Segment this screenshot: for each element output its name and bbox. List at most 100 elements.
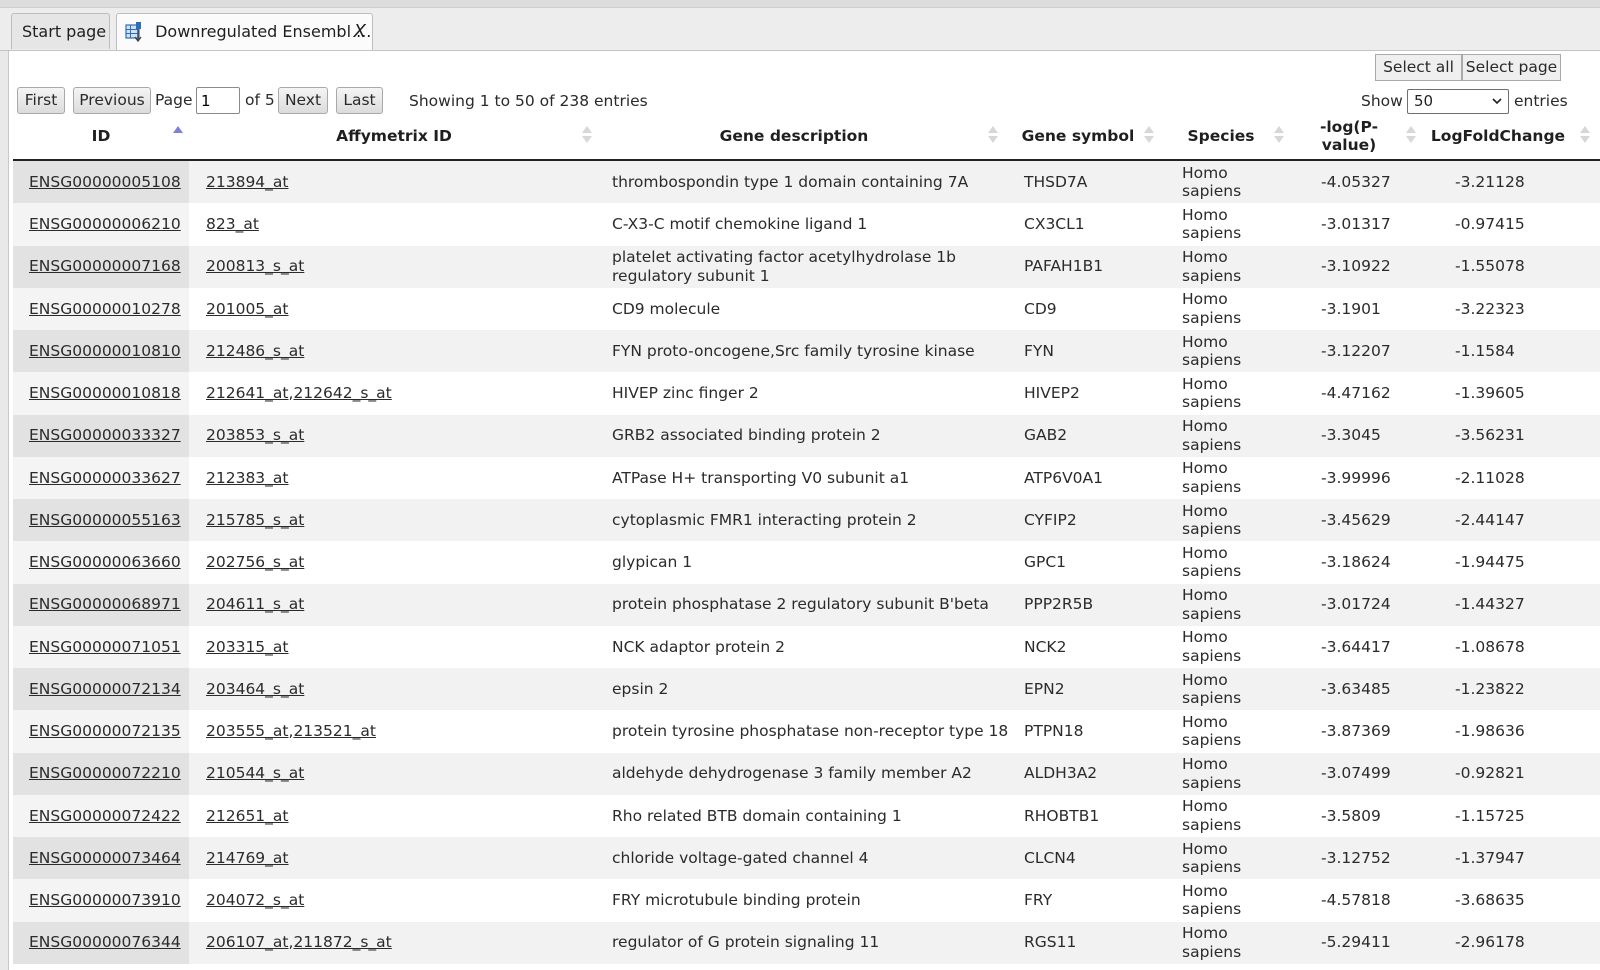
species-epithet: sapiens	[1182, 815, 1242, 834]
previous-page-button[interactable]: Previous	[73, 87, 151, 114]
cell-gene-symbol: CD9	[1024, 288, 1174, 330]
fold-change-text: -1.1584	[1455, 341, 1515, 360]
ensembl-id-link[interactable]: ENSG00000071051	[29, 638, 181, 657]
ensembl-id-link[interactable]: ENSG00000010278	[29, 300, 181, 319]
cell-neg-log-p-value: -3.07499	[1321, 753, 1431, 795]
affymetrix-id-link[interactable]: 203464_s_at	[206, 680, 304, 699]
species-genus: Homo	[1182, 417, 1228, 436]
cell-species: Homo sapiens	[1182, 415, 1292, 457]
affymetrix-id-link[interactable]: 204072_s_at	[206, 891, 304, 910]
header-id[interactable]: ID	[13, 113, 189, 159]
gene-symbol-text: RHOBTB1	[1024, 806, 1100, 825]
ensembl-id-link[interactable]: ENSG00000072135	[29, 722, 181, 741]
affymetrix-id-link[interactable]: 823_at	[206, 215, 259, 234]
table-row: ENSG00000072422 212651_at Rho related BTB …	[13, 794, 1600, 837]
next-page-button[interactable]: Next	[278, 87, 328, 114]
select-all-button[interactable]: Select all	[1375, 54, 1462, 81]
cell-species: Homo sapiens	[1182, 499, 1292, 541]
cell-species: Homo sapiens	[1182, 161, 1292, 203]
cell-gene-symbol: HIVEP2	[1024, 372, 1174, 414]
species-text: Homo sapiens	[1182, 924, 1241, 961]
select-page-button[interactable]: Select page	[1462, 54, 1561, 81]
gene-symbol-text: FRY	[1024, 891, 1053, 910]
species-epithet: sapiens	[1182, 477, 1242, 496]
ensembl-id-link[interactable]: ENSG00000007168	[29, 257, 181, 276]
ensembl-id-link[interactable]: ENSG00000063660	[29, 553, 181, 572]
header-species[interactable]: Species	[1162, 113, 1284, 159]
gene-symbol-text: PTPN18	[1024, 722, 1084, 741]
ensembl-id-link[interactable]: ENSG00000072134	[29, 680, 181, 699]
ensembl-id-link[interactable]: ENSG00000073464	[29, 849, 181, 868]
species-text: Homo sapiens	[1182, 502, 1241, 539]
affymetrix-id-link[interactable]: 213894_at	[206, 173, 289, 192]
header-neg-log-p-value[interactable]: -log(P-value)	[1290, 113, 1416, 159]
cell-gene-symbol: FRY	[1024, 879, 1174, 921]
cell-log-fold-change: -1.23822	[1455, 668, 1595, 710]
affymetrix-id-link[interactable]: 215785_s_at	[206, 511, 304, 530]
species-genus: Homo	[1182, 839, 1228, 858]
affymetrix-id-link[interactable]: 201005_at	[206, 300, 289, 319]
affymetrix-id-link[interactable]: 212486_s_at	[206, 342, 304, 361]
gene-description-text: protein tyrosine phosphatase non-recepto…	[612, 722, 1009, 741]
ensembl-id-link[interactable]: ENSG00000072422	[29, 807, 181, 826]
cell-affymetrix-id: 206107_at, 211872_s_at	[194, 922, 594, 964]
affymetrix-id-link[interactable]: 202756_s_at	[206, 553, 304, 572]
header-gene-description[interactable]: Gene description	[594, 113, 998, 159]
gene-description-text: thrombospondin type 1 domain containing …	[612, 172, 969, 191]
affymetrix-id-link[interactable]: 200813_s_at	[206, 257, 304, 276]
ensembl-id-link[interactable]: ENSG00000005108	[29, 173, 181, 192]
fold-change-text: -0.92821	[1455, 764, 1525, 783]
species-epithet: sapiens	[1182, 351, 1242, 370]
affymetrix-id-link[interactable]: 204611_s_at	[206, 595, 304, 614]
ensembl-id-link[interactable]: ENSG00000033627	[29, 469, 181, 488]
affymetrix-id-link[interactable]: 211872_s_at	[293, 933, 391, 952]
cell-gene-symbol: ALDH3A2	[1024, 753, 1174, 795]
header-affymetrix-label: Affymetrix ID	[336, 127, 452, 145]
cell-gene-symbol: RGS11	[1024, 922, 1174, 964]
affymetrix-id-link[interactable]: 203853_s_at	[206, 426, 304, 445]
table-row: ENSG00000005108 213894_at thrombospondin t…	[13, 161, 1600, 204]
ensembl-id-link[interactable]: ENSG00000072210	[29, 764, 181, 783]
affymetrix-id-link[interactable]: 214769_at	[206, 849, 289, 868]
ensembl-id-link[interactable]: ENSG00000073910	[29, 891, 181, 910]
ensembl-id-link[interactable]: ENSG00000076344	[29, 933, 181, 952]
affymetrix-id-link[interactable]: 206107_at	[206, 933, 289, 952]
header-gene-symbol[interactable]: Gene symbol	[1004, 113, 1154, 159]
ensembl-id-link[interactable]: ENSG00000068971	[29, 595, 181, 614]
first-page-button[interactable]: First	[17, 87, 65, 114]
gene-description-text: epsin 2	[612, 679, 669, 698]
affymetrix-id-link[interactable]: 212642_s_at	[293, 384, 391, 403]
p-value-text: -3.01317	[1321, 215, 1391, 234]
cell-gene-description: platelet activating factor acetylhydrola…	[604, 246, 1014, 288]
affymetrix-id-link[interactable]: 212383_at	[206, 469, 289, 488]
affymetrix-id-link[interactable]: 212651_at	[206, 807, 289, 826]
tab-start-page[interactable]: Start page	[11, 13, 110, 49]
tab-downregulated-ensembl[interactable]: Downregulated Ensembl ... X	[116, 13, 373, 50]
page-number-input[interactable]	[196, 87, 240, 114]
ensembl-id-link[interactable]: ENSG00000010810	[29, 342, 181, 361]
ensembl-id-link[interactable]: ENSG00000055163	[29, 511, 181, 530]
table-row: ENSG00000071051 203315_at NCK adaptor prot…	[13, 625, 1600, 668]
cell-affymetrix-id: 200813_s_at	[194, 246, 594, 288]
affymetrix-id-link[interactable]: 212641_at	[206, 384, 289, 403]
ensembl-id-link[interactable]: ENSG00000033327	[29, 426, 181, 445]
species-genus: Homo	[1182, 797, 1228, 816]
affymetrix-id-link[interactable]: 210544_s_at	[206, 764, 304, 783]
p-value-text: -3.18624	[1321, 553, 1391, 572]
header-affymetrix-id[interactable]: Affymetrix ID	[194, 113, 594, 159]
affymetrix-id-link[interactable]: 213521_at	[293, 722, 376, 741]
affymetrix-id-link[interactable]: 203315_at	[206, 638, 289, 657]
entries-per-page-select[interactable]: 50	[1407, 89, 1509, 114]
species-epithet: sapiens	[1182, 604, 1242, 623]
affymetrix-id-link[interactable]: 203555_at	[206, 722, 289, 741]
ensembl-id-link[interactable]: ENSG00000006210	[29, 215, 181, 234]
ensembl-id-link[interactable]: ENSG00000010818	[29, 384, 181, 403]
header-log-fold-change[interactable]: LogFoldChange	[1418, 113, 1590, 159]
cell-gene-description: ATPase H+ transporting V0 subunit a1	[604, 457, 1014, 499]
cell-neg-log-p-value: -5.29411	[1321, 922, 1431, 964]
last-page-button[interactable]: Last	[336, 87, 383, 114]
species-text: Homo sapiens	[1182, 882, 1241, 919]
cell-gene-symbol: GAB2	[1024, 415, 1174, 457]
close-tab-icon[interactable]: X	[354, 14, 366, 50]
fold-change-text: -1.98636	[1455, 722, 1525, 741]
